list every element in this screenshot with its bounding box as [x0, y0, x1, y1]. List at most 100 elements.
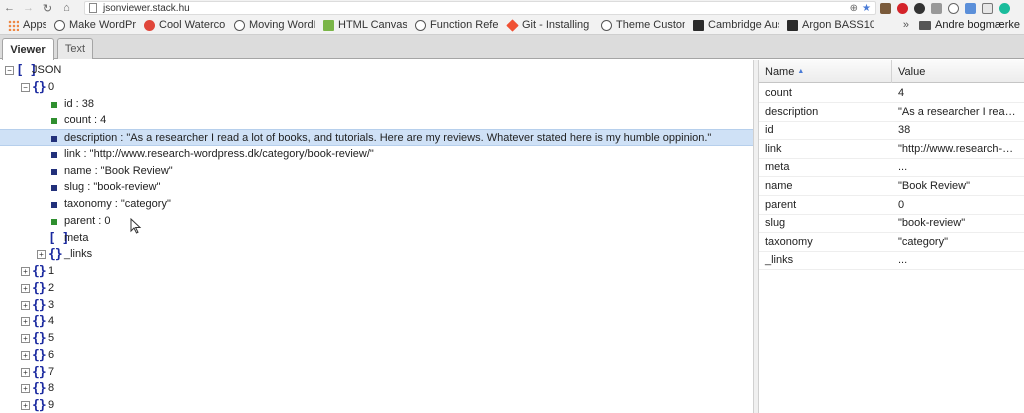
string-value-icon	[51, 185, 57, 192]
grid-cell-name: count	[765, 87, 792, 99]
tree-node[interactable]: taxonomy : "category"	[0, 196, 753, 213]
page-info-icon[interactable]	[89, 3, 97, 13]
bookmark-item[interactable]: Apps	[4, 16, 50, 34]
bookmark-item[interactable]: Theme Custon	[597, 16, 689, 34]
extension-wordpress-icon[interactable]	[948, 2, 959, 14]
other-bookmarks-label[interactable]: Andre bogmærke	[935, 19, 1020, 31]
bookmark-label: Moving WordP	[249, 19, 315, 31]
tree-node[interactable]: +{} 1	[0, 263, 753, 280]
expand-icon[interactable]: +	[37, 250, 46, 260]
expand-icon[interactable]: +	[21, 267, 30, 276]
bookmark-item[interactable]: Cool Watercolc	[140, 16, 230, 34]
bookmark-label: Theme Custon	[616, 19, 685, 31]
expand-icon[interactable]: +	[21, 317, 30, 327]
more-bookmarks-chevron-icon[interactable]: »	[903, 19, 909, 31]
expand-icon[interactable]: +	[21, 384, 30, 394]
tree-node[interactable]: +{} 6	[0, 347, 753, 364]
url-text: jsonviewer.stack.hu	[103, 2, 190, 14]
extension-opera-icon[interactable]	[897, 2, 908, 14]
bookmark-label: Apps	[23, 19, 46, 31]
tree-node-label: slug : "book-review"	[64, 181, 161, 194]
back-icon[interactable]: ←	[0, 0, 19, 16]
wp-favicon-icon	[54, 19, 65, 31]
tree-node[interactable]: +{} 8	[0, 380, 753, 397]
zoom-icon[interactable]: ⊕	[850, 3, 858, 14]
expand-icon[interactable]: +	[21, 367, 30, 377]
grid-cell-name: link	[765, 142, 782, 155]
tree-node-label: 9	[48, 399, 55, 411]
other-bookmarks[interactable]: » Andre bogmærke	[903, 19, 1024, 31]
bookmark-item[interactable]: Moving WordP	[230, 16, 319, 34]
tree-node[interactable]: +{} 9	[0, 397, 753, 413]
extension-cast-icon[interactable]	[982, 2, 993, 14]
grid-row[interactable]: id 38	[759, 121, 1024, 141]
extension-translate-icon[interactable]	[965, 2, 976, 14]
tab-text[interactable]: Text	[57, 38, 93, 59]
object-icon: {}	[32, 364, 47, 380]
grid-row[interactable]: description "As a researcher I read a lot…	[759, 103, 1024, 122]
bookmark-star-icon[interactable]: ★	[862, 3, 871, 14]
grid-cell-name: parent	[765, 198, 797, 211]
bookmark-item[interactable]: Argon BASS10	[783, 16, 878, 34]
tree-node[interactable]: name : "Book Review"	[0, 163, 753, 180]
tree-node[interactable]: [ ] meta	[0, 230, 753, 247]
grid-cell-value: 0	[898, 198, 905, 211]
string-value-icon	[51, 151, 57, 158]
tree-node[interactable]: count : 4	[0, 112, 753, 129]
forward-icon[interactable]: →	[19, 0, 38, 16]
extension-camera-icon[interactable]	[880, 2, 891, 14]
tree-node[interactable]: +{} 7	[0, 364, 753, 381]
address-bar[interactable]: jsonviewer.stack.hu ⊕ ★	[84, 1, 876, 15]
tree-node[interactable]: link : "http://www.research-wordpress.dk…	[0, 146, 753, 163]
tree-node[interactable]: −[ ] JSON	[0, 62, 753, 79]
bookmark-label: Function Refer	[430, 19, 499, 31]
tree-node[interactable]: description : "As a researcher I read a …	[0, 129, 753, 146]
bookmark-item[interactable]: HTML Canvas I	[319, 16, 411, 34]
number-value-icon	[51, 101, 57, 108]
tree-node[interactable]: id : 38	[0, 96, 753, 113]
grid-row[interactable]: link "http://www.research-wordpress.dk/ca…	[759, 140, 1024, 159]
expand-icon[interactable]: +	[21, 401, 30, 410]
bookmark-label: HTML Canvas I	[338, 19, 407, 31]
expand-icon[interactable]: +	[21, 350, 30, 360]
extension-gear-icon[interactable]	[914, 2, 925, 14]
expand-icon[interactable]: +	[21, 334, 30, 343]
bookmark-item[interactable]: Git - Installing	[503, 16, 597, 34]
tree-node[interactable]: parent : 0	[0, 213, 753, 230]
wp-favicon-icon	[601, 19, 612, 31]
grid-row[interactable]: taxonomy "category"	[759, 233, 1024, 252]
home-icon[interactable]: ⌂	[57, 0, 76, 16]
expand-icon[interactable]: +	[21, 300, 30, 310]
tree-node[interactable]: +{} 3	[0, 297, 753, 314]
grid-cell-value: "Book Review"	[898, 180, 971, 192]
grid-row[interactable]: name "Book Review"	[759, 177, 1024, 196]
tree-node[interactable]: +{} 2	[0, 280, 753, 297]
bookmark-item[interactable]: Cambridge Aus	[689, 16, 783, 34]
collapse-icon[interactable]: −	[5, 66, 14, 75]
collapse-icon[interactable]: −	[21, 82, 30, 92]
grid-cell-name: description	[765, 105, 819, 118]
tree-node-label: 3	[48, 298, 55, 311]
tab-viewer[interactable]: Viewer	[2, 38, 54, 60]
grid-row[interactable]: slug "book-review"	[759, 214, 1024, 234]
bookmark-item[interactable]: Make WordPre	[50, 16, 140, 34]
grid-row[interactable]: count 4	[759, 84, 1024, 103]
tree-node[interactable]: +{} 5	[0, 330, 753, 347]
tree-node-label: name : "Book Review"	[64, 164, 173, 177]
tree-node[interactable]: +{} 4	[0, 313, 753, 330]
column-header-value[interactable]: Value	[892, 60, 1024, 83]
grid-cell-value: ...	[898, 254, 908, 267]
tree-node[interactable]: +{} _links	[0, 246, 753, 263]
tree-node[interactable]: −{} 0	[0, 79, 753, 96]
extension-t-icon[interactable]	[999, 2, 1010, 14]
grid-cell-name: taxonomy	[765, 235, 813, 248]
reload-icon[interactable]: ↻	[38, 0, 57, 16]
expand-icon[interactable]: +	[21, 283, 30, 293]
grid-row[interactable]: _links...	[759, 251, 1024, 271]
bookmark-item[interactable]: Function Refer	[411, 16, 503, 34]
column-header-name[interactable]: Name ▲	[759, 60, 892, 83]
grid-row[interactable]: parent 0	[759, 196, 1024, 215]
tree-node[interactable]: slug : "book-review"	[0, 179, 753, 196]
extension-puzzle-icon[interactable]	[931, 2, 942, 14]
grid-row[interactable]: meta...	[759, 158, 1024, 178]
